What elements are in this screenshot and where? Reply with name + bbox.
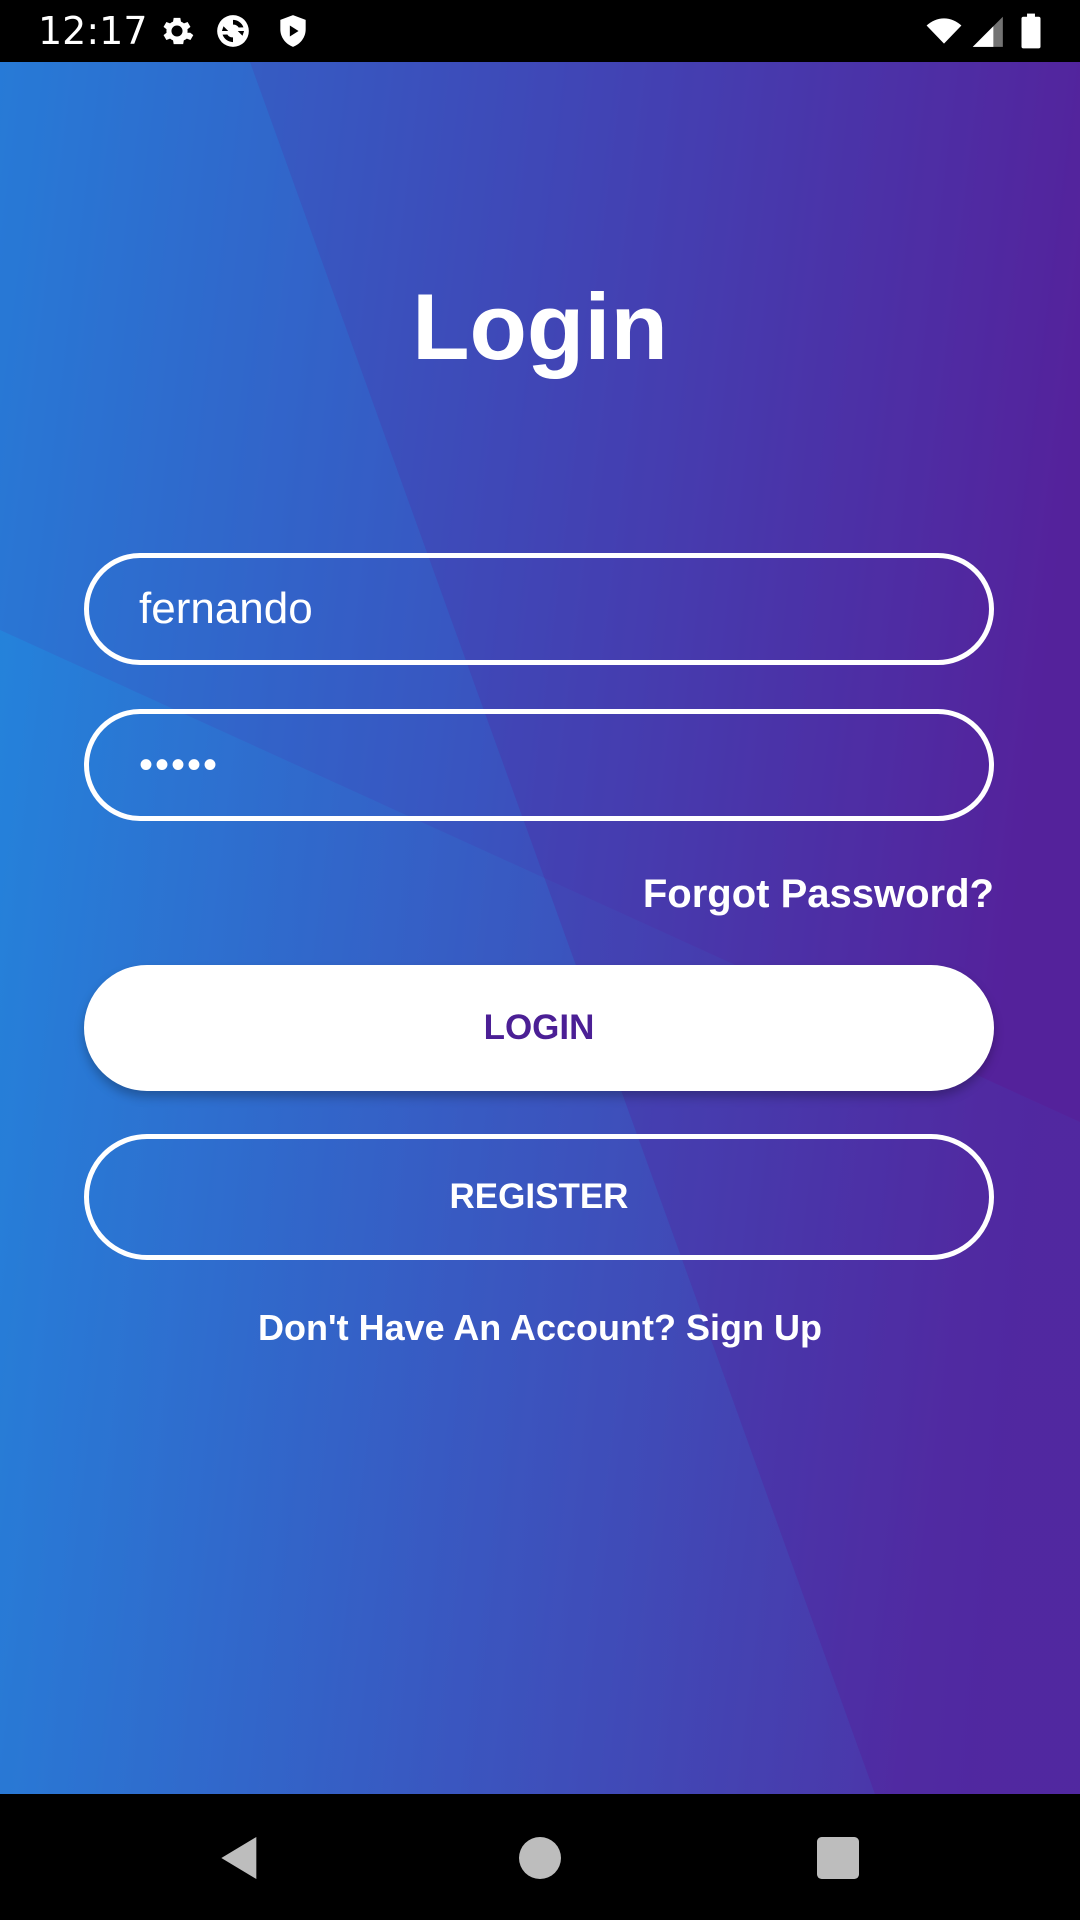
password-value: ••••• [139, 743, 220, 787]
navigation-bar [0, 1794, 1080, 1920]
status-time: 12:17 [38, 9, 148, 53]
login-screen: Login fernando ••••• Forgot Password? LO… [0, 62, 1080, 1794]
login-button[interactable]: LOGIN [84, 965, 994, 1091]
username-value: fernando [139, 584, 313, 633]
status-bar: 12:17 [0, 0, 1080, 62]
home-icon[interactable] [512, 1830, 568, 1886]
battery-icon [1021, 13, 1041, 49]
back-icon[interactable] [212, 1830, 268, 1886]
forgot-password-link[interactable]: Forgot Password? [643, 870, 994, 918]
signal-icon [972, 16, 1003, 47]
sync-icon [217, 15, 249, 47]
register-button[interactable]: REGISTER [84, 1134, 994, 1260]
page-title: Login [412, 274, 668, 379]
shield-play-icon [280, 15, 306, 47]
wifi-icon [926, 18, 962, 44]
username-field[interactable]: fernando [84, 553, 994, 665]
password-field[interactable]: ••••• [84, 709, 994, 821]
gear-icon [163, 17, 194, 45]
recents-icon[interactable] [810, 1830, 866, 1886]
signup-link[interactable]: Don't Have An Account? Sign Up [0, 1306, 1080, 1350]
